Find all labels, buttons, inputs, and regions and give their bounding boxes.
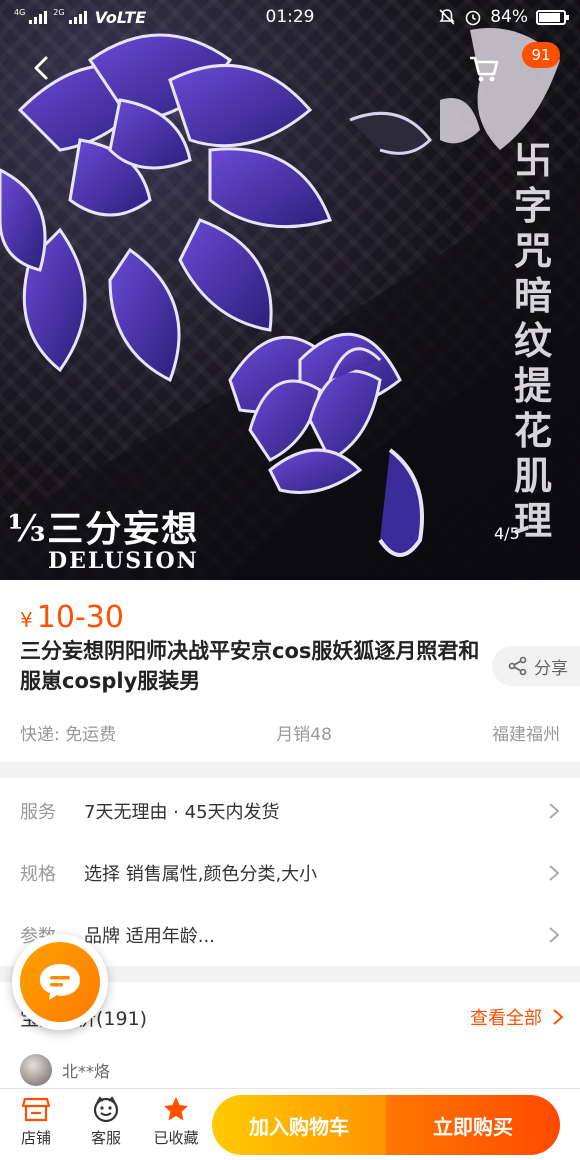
product-meta: 快递: 免运费 月销48 福建福州 <box>20 720 560 745</box>
chevron-right-icon <box>553 1009 564 1025</box>
service-face-icon <box>93 1096 119 1123</box>
alarm-icon <box>465 10 481 26</box>
image-page-indicator: 4/5 <box>494 524 520 543</box>
view-all-reviews-link[interactable]: 查看全部 <box>470 1004 564 1030</box>
store-icon <box>21 1097 51 1122</box>
service-row[interactable]: 服务 7天无理由 · 45天内发货 <box>0 780 580 842</box>
volte-label: VoLTE <box>94 7 147 27</box>
buy-now-button[interactable]: 立即购买 <box>386 1095 560 1155</box>
bottom-action-bar: 店铺 客服 已收藏 加入购物车 立即购买 <box>0 1088 580 1160</box>
chat-floating-button[interactable] <box>12 934 108 1030</box>
spec-value: 选择 销售属性,颜色分类,大小 <box>84 864 318 885</box>
service-value: 7天无理由 · 45天内发货 <box>84 802 280 823</box>
chevron-left-icon <box>34 56 48 80</box>
tab-favorite[interactable]: 已收藏 <box>146 1095 206 1148</box>
status-bar: 4G 2G VoLTE 01:29 84% <box>0 0 580 34</box>
network-type-label-2: 2G <box>53 7 65 17</box>
back-button[interactable] <box>22 48 62 88</box>
share-icon <box>508 656 527 676</box>
spec-label: 规格 <box>20 864 56 885</box>
product-info: ¥10-30 三分妄想阴阳师决战平安京cos服妖狐逐月照君和服崽cosply服装… <box>0 580 580 762</box>
share-button[interactable]: 分享 <box>492 646 580 686</box>
add-to-cart-button[interactable]: 加入购物车 <box>212 1095 386 1155</box>
chevron-right-icon <box>549 865 560 881</box>
tab-customer-service[interactable]: 客服 <box>76 1095 136 1148</box>
cart-count-badge: 91 <box>522 42 560 68</box>
mute-icon <box>439 9 455 25</box>
battery-percent: 84% <box>490 7 528 27</box>
battery-icon <box>536 9 569 25</box>
star-icon <box>164 1097 188 1121</box>
chevron-right-icon <box>549 803 560 819</box>
product-price: ¥10-30 <box>20 600 124 635</box>
product-image-carousel[interactable]: 91 卐 字 咒 暗 纹 提 花 肌 理 ⅓三分妄想 DELUSION 4/5 <box>0 0 580 580</box>
product-options: 服务 7天无理由 · 45天内发货 规格 选择 销售属性,颜色分类,大小 参数 … <box>0 778 580 966</box>
ship-location: 福建福州 <box>492 725 560 745</box>
signal-icon-2 <box>68 10 87 24</box>
network-type-label: 4G <box>14 7 26 17</box>
avatar <box>20 1054 52 1086</box>
chat-bubble-icon <box>40 964 80 1000</box>
cart-button[interactable] <box>462 48 506 88</box>
hero-vertical-text: 卐 字 咒 暗 纹 提 花 肌 理 <box>513 138 552 543</box>
chevron-right-icon <box>549 927 560 943</box>
spec-row[interactable]: 规格 选择 销售属性,颜色分类,大小 <box>0 842 580 904</box>
signal-icon <box>29 10 48 24</box>
service-label: 服务 <box>20 802 56 823</box>
review-item[interactable]: 北**烙 <box>20 1054 110 1086</box>
reviewer-name: 北**烙 <box>62 1062 111 1081</box>
shipping-info: 快递: 免运费 <box>20 725 117 745</box>
share-label: 分享 <box>534 658 568 679</box>
cart-icon <box>470 56 499 82</box>
tab-shop[interactable]: 店铺 <box>6 1095 66 1148</box>
monthly-sales: 月销48 <box>276 725 332 745</box>
product-title: 三分妄想阴阳师决战平安京cos服妖狐逐月照君和服崽cosply服装男 <box>20 639 480 693</box>
param-value: 品牌 适用年龄... <box>84 926 215 947</box>
hero-brand-logo: ⅓三分妄想 DELUSION <box>8 508 200 574</box>
